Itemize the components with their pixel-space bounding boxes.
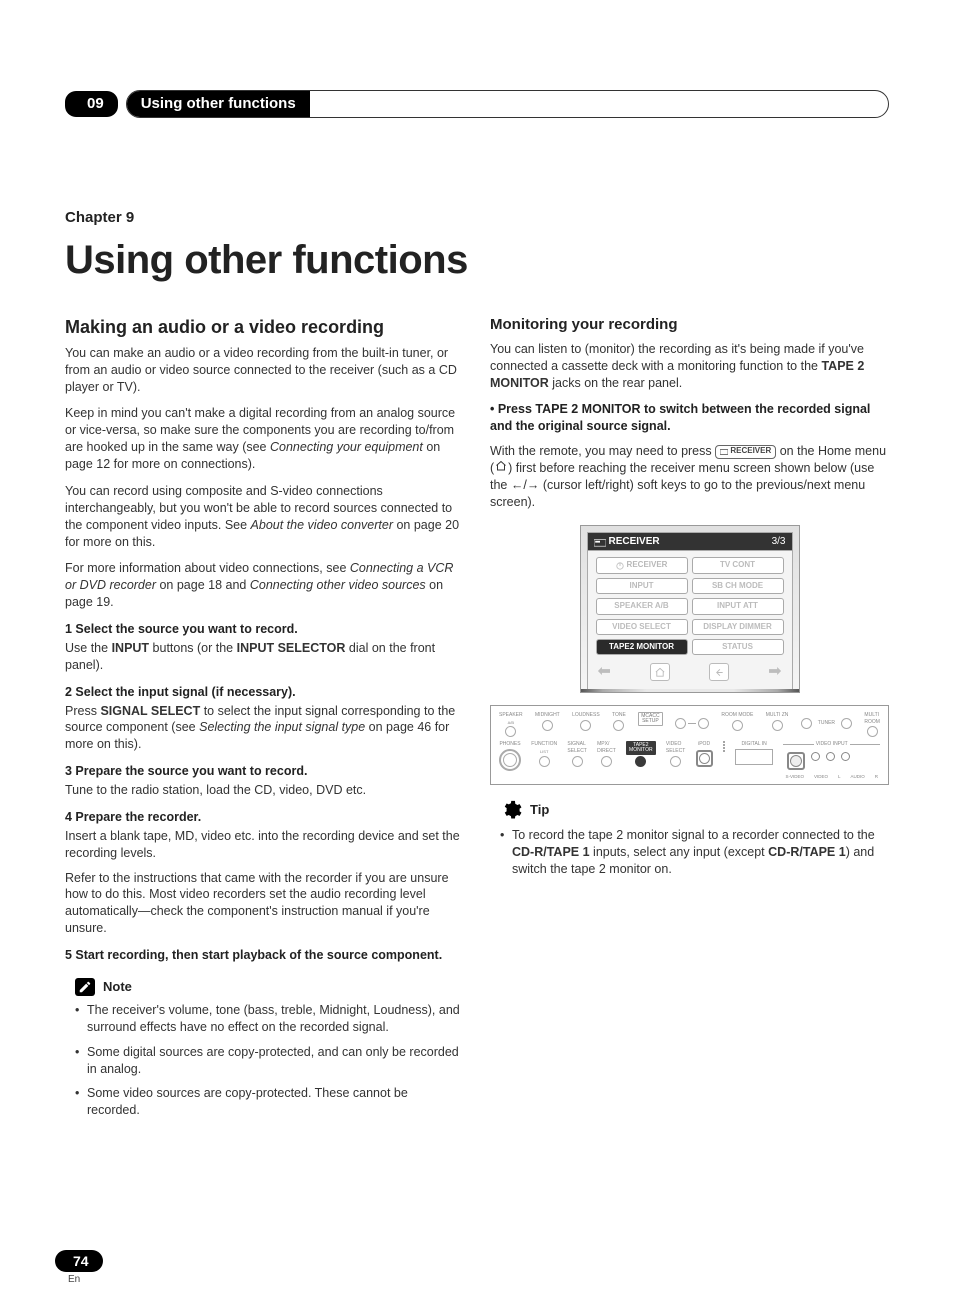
remote-screen-illustration: RECEIVER 3/3 RECEIVER TV CONT INPUT SB C… [580, 525, 800, 693]
list-item: The receiver's volume, tone (bass, trebl… [75, 1002, 464, 1036]
right-column: Monitoring your recording You can listen… [490, 315, 889, 1128]
gear-icon [500, 799, 522, 821]
remote-soft-key: DISPLAY DIMMER [692, 619, 784, 635]
right-arrow-icon: → [527, 478, 540, 492]
tip-heading: Tip [500, 799, 889, 821]
remote-soft-key: SPEAKER A/B [596, 598, 688, 614]
note-list: The receiver's volume, tone (bass, trebl… [65, 1002, 464, 1119]
tip-label: Tip [530, 801, 549, 819]
step-body: Refer to the instructions that came with… [65, 870, 464, 938]
section-heading: Making an audio or a video recording [65, 315, 464, 339]
home-icon [494, 460, 508, 477]
left-arrow-icon: ⬅ [598, 661, 611, 683]
remote-soft-key: TV CONT [692, 557, 784, 573]
right-arrow-icon: ➡ [768, 661, 781, 683]
remote-title-bar: RECEIVER 3/3 [588, 533, 792, 552]
chapter-label: Chapter 9 [65, 208, 889, 228]
instruction-bullet: • Press TAPE 2 MONITOR to switch between… [490, 401, 889, 435]
home-icon [650, 663, 670, 681]
front-panel-illustration: SPEAKERA/B MIDNIGHT LOUDNESS TONE MCACCS… [490, 705, 889, 785]
list-item: To record the tape 2 monitor signal to a… [500, 827, 889, 878]
remote-soft-key: RECEIVER [596, 557, 688, 573]
tip-list: To record the tape 2 monitor signal to a… [490, 827, 889, 878]
list-item: Some video sources are copy-protected. T… [75, 1085, 464, 1119]
pencil-icon [75, 978, 95, 996]
remote-title-text: RECEIVER [609, 535, 660, 549]
step-heading: 3 Prepare the source you want to record. [65, 763, 464, 780]
body-text: You can make an audio or a video recordi… [65, 345, 464, 396]
body-text: For more information about video connect… [65, 560, 464, 611]
list-item: Some digital sources are copy-protected,… [75, 1044, 464, 1078]
step-body: Press SIGNAL SELECT to select the input … [65, 703, 464, 754]
step-body: Tune to the radio station, load the CD, … [65, 782, 464, 799]
remote-page-indicator: 3/3 [772, 535, 786, 549]
receiver-button-icon: RECEIVER [715, 445, 776, 459]
chapter-title: Using other functions [65, 233, 889, 287]
note-heading: Note [75, 978, 464, 996]
chapter-number-pill: 09 [65, 91, 118, 117]
header-title-bar: Using other functions [126, 90, 889, 118]
page-header: 09 Using other functions [65, 90, 889, 118]
remote-soft-key: INPUT ATT [692, 598, 784, 614]
remote-soft-key: INPUT [596, 578, 688, 594]
left-arrow-icon: ← [511, 478, 524, 492]
page-language: En [68, 1273, 80, 1287]
left-column: Making an audio or a video recording You… [65, 315, 464, 1128]
step-heading: 1 Select the source you want to record. [65, 621, 464, 638]
note-label: Note [103, 978, 132, 996]
subsection-heading: Monitoring your recording [490, 315, 889, 335]
remote-soft-key: STATUS [692, 639, 784, 655]
step-heading: 4 Prepare the recorder. [65, 809, 464, 826]
remote-soft-key: SB CH MODE [692, 578, 784, 594]
body-text: You can record using composite and S-vid… [65, 483, 464, 551]
remote-soft-key: VIDEO SELECT [596, 619, 688, 635]
body-text: Keep in mind you can't make a digital re… [65, 405, 464, 473]
page-number: 74 [55, 1250, 103, 1272]
body-text: With the remote, you may need to press R… [490, 443, 889, 511]
step-heading: 2 Select the input signal (if necessary)… [65, 684, 464, 701]
step-heading: 5 Start recording, then start playback o… [65, 947, 464, 964]
header-title: Using other functions [127, 91, 310, 117]
back-icon [709, 663, 729, 681]
step-body: Insert a blank tape, MD, video etc. into… [65, 828, 464, 862]
body-text: You can listen to (monitor) the recordin… [490, 341, 889, 392]
remote-soft-key-active: TAPE2 MONITOR [596, 639, 688, 655]
step-body: Use the INPUT buttons (or the INPUT SELE… [65, 640, 464, 674]
